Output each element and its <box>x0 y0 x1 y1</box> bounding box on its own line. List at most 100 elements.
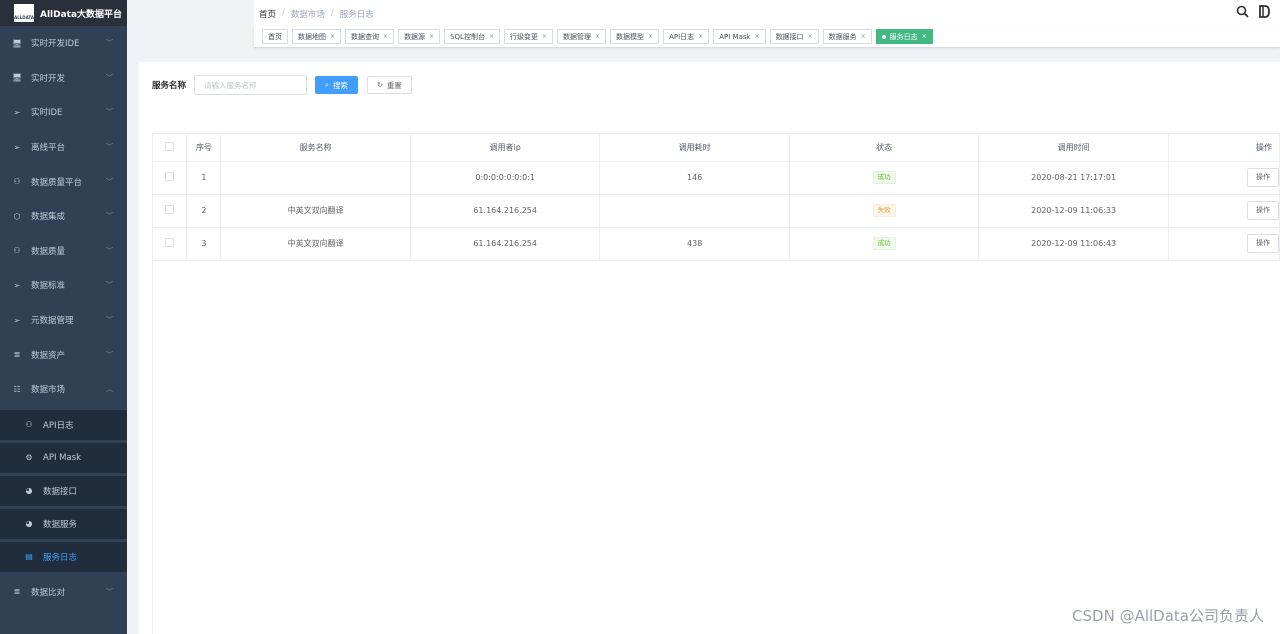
tag-item[interactable]: 数据管理 × <box>557 29 607 44</box>
tag-item[interactable]: 首页 <box>262 29 288 44</box>
table-body: 1 0:0:0:0:0:0:0:1 146 成功 2020-08-21 17:17:01… <box>153 161 1280 261</box>
close-icon[interactable]: × <box>922 33 927 40</box>
header-icons <box>1236 5 1270 22</box>
tag-label: 数据模型 <box>616 32 645 41</box>
cell-status: 成功 <box>789 227 980 261</box>
close-icon[interactable]: × <box>489 33 494 40</box>
sidebar-item[interactable]: ≣ 数据资产 ﹀ <box>0 337 127 372</box>
tag-active[interactable]: 服务日志 × <box>875 29 933 44</box>
close-icon[interactable]: × <box>648 33 653 40</box>
tag-item[interactable]: 数据源 × <box>398 29 441 44</box>
close-icon[interactable]: × <box>542 33 547 40</box>
select-cell[interactable] <box>153 161 188 195</box>
close-icon[interactable]: × <box>808 33 813 40</box>
reset-button[interactable]: ↻ 重置 <box>366 76 412 94</box>
sidebar-item[interactable]: ☷ 数据市场 ︿ <box>0 372 127 407</box>
select-cell[interactable] <box>153 194 188 228</box>
sidebar-item[interactable]: ≣ 数据比对 ﹀ <box>0 575 127 610</box>
action-button[interactable]: 操作 <box>1246 168 1279 187</box>
select-all-checkbox[interactable] <box>165 141 175 151</box>
chevron-down-icon: ﹀ <box>106 246 113 255</box>
sidebar-subitem[interactable]: ⚙ API Mask <box>0 442 127 473</box>
breadcrumb-home[interactable]: 首页 <box>259 8 276 20</box>
action-button[interactable]: 操作 <box>1246 201 1279 220</box>
tag-item[interactable]: 行级变更 × <box>503 29 554 44</box>
column-header-ip: 调用者ip <box>410 134 601 162</box>
cell-index: 1 <box>186 161 222 195</box>
tag-item[interactable]: API Mask × <box>713 29 766 44</box>
sidebar-item[interactable]: ➢ 元数据管理 ﹀ <box>0 303 127 338</box>
logo[interactable]: ALLDATA AllData大数据平台 <box>0 0 127 26</box>
document-icon[interactable] <box>1259 5 1270 22</box>
sidebar-subitem-label: 服务日志 <box>43 552 78 563</box>
close-icon[interactable]: × <box>595 33 600 40</box>
sidebar-subitem-label: API日志 <box>43 420 74 431</box>
sidebar-item[interactable]: ⚇ 数据质量平台 ﹀ <box>0 164 127 199</box>
row-checkbox[interactable] <box>165 238 175 247</box>
chevron-up-icon: ︿ <box>106 385 113 394</box>
row-checkbox[interactable] <box>165 172 175 181</box>
chevron-down-icon: ﹀ <box>106 177 113 186</box>
tag-label: API日志 <box>669 32 695 41</box>
service-log-table: 序号 服务名称 调用者ip 调用耗时 状态 调用时间 操作 1 0:0:0:0:0… <box>152 133 1280 634</box>
sidebar-item[interactable]: 🖥 实时开发IDE ﹀ <box>0 26 127 61</box>
sidebar-item-label: 数据资产 <box>31 350 66 361</box>
sidebar-menu: 🖥 实时开发IDE ﹀ 🖥 实时开发 ﹀ ➢ 实时IDE ﹀ ➢ 离线平台 ﹀ ⚇ 数据质量平台 ﹀ ⬡ 数据集… <box>0 26 127 609</box>
tag-item[interactable]: 数据模型 × <box>610 29 660 44</box>
sidebar-subitem[interactable]: ◕ 数据接口 <box>0 475 127 506</box>
tag-item[interactable]: 数据查询 × <box>345 29 395 44</box>
cell-time: 2020-12-09 11:06:33 <box>978 194 1169 228</box>
sidebar-item[interactable]: 🖥 实时开发 ﹀ <box>0 61 127 96</box>
watermark: CSDN @AllData公司负责人 <box>1072 607 1264 625</box>
sidebar-item[interactable]: ➢ 离线平台 ﹀ <box>0 130 127 165</box>
tag-item[interactable]: SQL控制台 × <box>444 29 500 44</box>
sidebar-subitem-label: 数据服务 <box>43 519 78 530</box>
column-header-index: 序号 <box>186 134 222 162</box>
status-badge: 成功 <box>872 237 896 250</box>
tag-label: 数据管理 <box>563 32 592 41</box>
sidebar-item[interactable]: ➢ 数据标准 ﹀ <box>0 268 127 303</box>
select-all-cell[interactable] <box>153 134 188 162</box>
app-title: AllData大数据平台 <box>40 9 123 20</box>
sidebar-item-label: 数据市场 <box>31 385 66 396</box>
sidebar-subitem[interactable]: ◕ 数据服务 <box>0 508 127 539</box>
row-checkbox[interactable] <box>165 205 175 214</box>
select-cell[interactable] <box>153 227 188 261</box>
close-icon[interactable]: × <box>383 33 388 40</box>
tag-item[interactable]: API日志 × <box>663 29 710 44</box>
reset-button-label: 重置 <box>386 80 402 90</box>
cell-service: 中英文双向翻译 <box>220 194 411 228</box>
tag-item[interactable]: 数据服务 × <box>822 29 872 44</box>
chevron-down-icon: ﹀ <box>106 587 113 596</box>
send-icon: ➢ <box>13 280 21 290</box>
close-icon[interactable]: × <box>330 33 335 40</box>
sidebar-subitem[interactable]: ▤ 服务日志 <box>0 541 127 572</box>
tag-item[interactable]: 数据接口 × <box>769 29 819 44</box>
sidebar-item[interactable]: ⬡ 数据集成 ﹀ <box>0 199 127 234</box>
cell-time: 2020-08-21 17:17:01 <box>978 161 1169 195</box>
tag-label: API Mask <box>719 32 751 41</box>
sidebar-item[interactable]: ➢ 实时IDE ﹀ <box>0 95 127 130</box>
close-icon[interactable]: × <box>429 33 434 40</box>
tag-item[interactable]: 数据地图 × <box>292 29 342 44</box>
search-input[interactable] <box>194 75 308 95</box>
tag-label: SQL控制台 <box>450 32 485 41</box>
sidebar-item-label: 离线平台 <box>31 143 66 154</box>
close-icon[interactable]: × <box>755 33 760 40</box>
search-icon[interactable] <box>1236 5 1249 22</box>
column-header-service: 服务名称 <box>220 134 411 162</box>
breadcrumb-item[interactable]: 数据市场 <box>291 8 325 20</box>
sidebar-item[interactable]: ⚇ 数据质量 ﹀ <box>0 234 127 269</box>
active-dot-icon <box>881 34 886 39</box>
chevron-down-icon: ﹀ <box>106 281 113 290</box>
chevron-down-icon: ﹀ <box>106 212 113 221</box>
cell-index: 3 <box>186 227 222 261</box>
close-icon[interactable]: × <box>698 33 703 40</box>
sidebar-subitem[interactable]: ⚇ API日志 <box>0 409 127 440</box>
search-button[interactable]: ⌕ 搜索 <box>315 76 358 94</box>
action-button[interactable]: 操作 <box>1246 234 1279 253</box>
monitor-icon: 🖥 <box>12 38 23 48</box>
sidebar-item-label: 数据比对 <box>31 587 66 598</box>
close-icon[interactable]: × <box>861 33 866 40</box>
chevron-down-icon: ﹀ <box>106 316 113 325</box>
